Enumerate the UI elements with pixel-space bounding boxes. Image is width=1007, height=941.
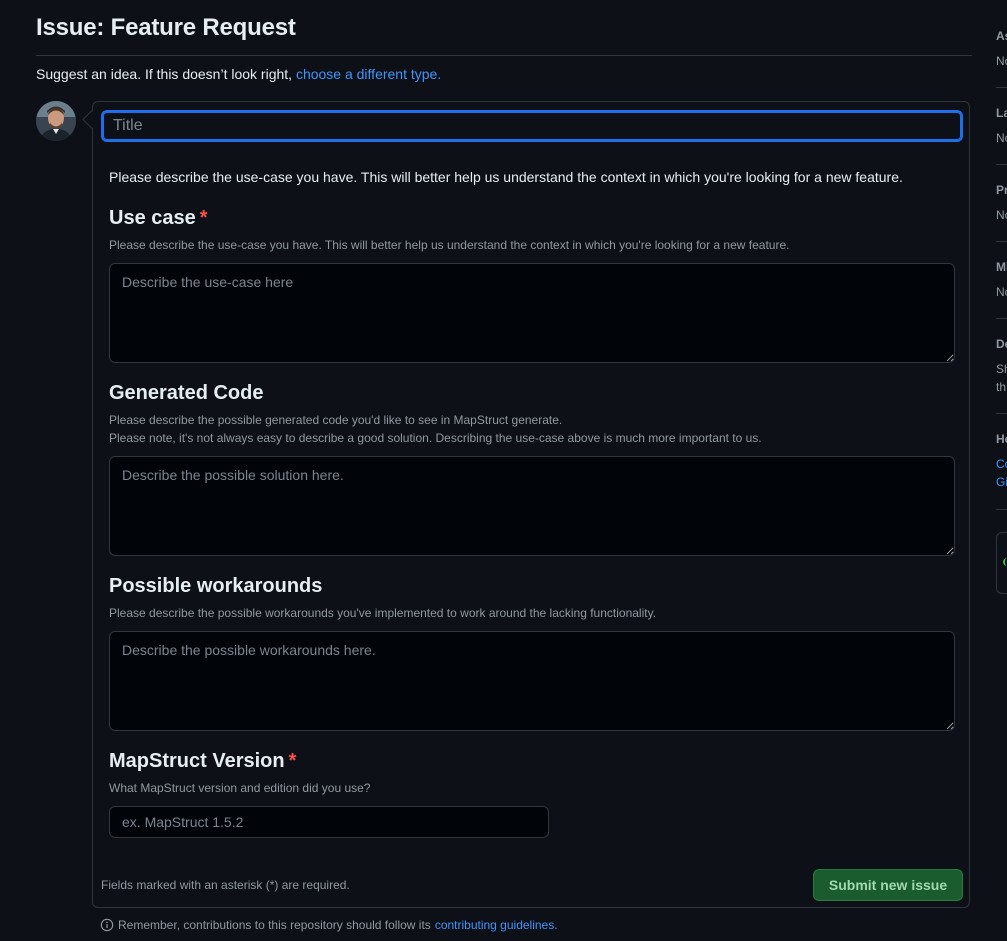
version-input[interactable] xyxy=(109,806,549,838)
version-description: What MapStruct version and edition did y… xyxy=(109,781,371,795)
user-avatar-image xyxy=(36,101,76,141)
sidebar-development-text1: Sh xyxy=(996,362,1007,376)
workarounds-label-text: Possible workarounds xyxy=(109,575,323,597)
issue-page: Issue: Feature Request Suggest an idea. … xyxy=(0,0,1007,941)
required-marker: * xyxy=(199,207,208,229)
sidebar-labels-value: No xyxy=(996,131,1007,145)
contributing-text: Remember, contributions to this reposito… xyxy=(118,918,431,932)
form-intro: Please describe the use-case you have. T… xyxy=(109,169,903,185)
sidebar-helpful-link1[interactable]: Co xyxy=(996,457,1007,471)
sidebar-assignees-value: No xyxy=(996,54,1007,68)
workarounds-textarea[interactable] xyxy=(109,631,955,731)
info-icon xyxy=(100,918,114,932)
avatar[interactable] xyxy=(36,101,76,141)
required-marker: * xyxy=(288,750,297,772)
sidebar-assignees-heading[interactable]: As xyxy=(996,29,1007,43)
generated-code-label: Generated Code xyxy=(109,382,263,405)
generated-code-description-line1: Please describe the possible generated c… xyxy=(109,413,563,427)
use-case-label: Use case * xyxy=(109,207,208,230)
choose-type-link[interactable]: choose a different type. xyxy=(296,66,441,82)
sidebar-labels-heading[interactable]: La xyxy=(996,106,1007,120)
use-case-textarea[interactable] xyxy=(109,263,955,363)
version-label-text: MapStruct Version xyxy=(109,750,285,772)
use-case-label-text: Use case xyxy=(109,207,196,229)
required-footnote: Fields marked with an asterisk (*) are r… xyxy=(101,878,350,892)
status-indicator-icon xyxy=(1003,558,1007,566)
title-input[interactable] xyxy=(101,110,963,142)
sidebar-milestone-value: No xyxy=(996,285,1007,299)
page-subtitle: Suggest an idea. If this doesn’t look ri… xyxy=(36,66,441,82)
subtitle-text: Suggest an idea. If this doesn’t look ri… xyxy=(36,66,293,82)
submit-new-issue-button[interactable]: Submit new issue xyxy=(813,869,963,901)
sidebar-divider xyxy=(996,509,1007,510)
contributing-guidelines-link[interactable]: contributing guidelines. xyxy=(435,918,558,932)
generated-code-description: Please describe the possible generated c… xyxy=(109,411,762,447)
sidebar-divider xyxy=(996,318,1007,319)
sidebar-projects-value: No xyxy=(996,208,1007,222)
use-case-description: Please describe the use-case you have. T… xyxy=(109,238,790,252)
page-title: Issue: Feature Request xyxy=(36,14,296,41)
workarounds-label: Possible workarounds xyxy=(109,575,322,598)
sidebar-divider xyxy=(996,87,1007,88)
sidebar-milestone-heading[interactable]: Mi xyxy=(996,260,1007,274)
sidebar-divider xyxy=(996,164,1007,165)
sidebar-divider xyxy=(996,413,1007,414)
sidebar-projects-heading[interactable]: Pr xyxy=(996,183,1007,197)
generated-code-description-line2: Please note, it's not always easy to des… xyxy=(109,431,762,445)
contributing-notice: Remember, contributions to this reposito… xyxy=(100,918,558,932)
issue-sidebar: As No La No Pr No Mi No De Sh th He Co G… xyxy=(996,0,1007,941)
workarounds-description: Please describe the possible workarounds… xyxy=(109,606,657,620)
sidebar-helpful-heading: He xyxy=(996,432,1007,446)
generated-code-textarea[interactable] xyxy=(109,456,955,556)
version-label: MapStruct Version * xyxy=(109,750,296,773)
generated-code-label-text: Generated Code xyxy=(109,382,264,404)
sidebar-divider xyxy=(996,241,1007,242)
sidebar-development-heading: De xyxy=(996,337,1007,351)
title-divider xyxy=(36,55,972,56)
sidebar-development-text2: th xyxy=(996,380,1007,394)
sidebar-helpful-link2[interactable]: Gi xyxy=(996,475,1007,489)
